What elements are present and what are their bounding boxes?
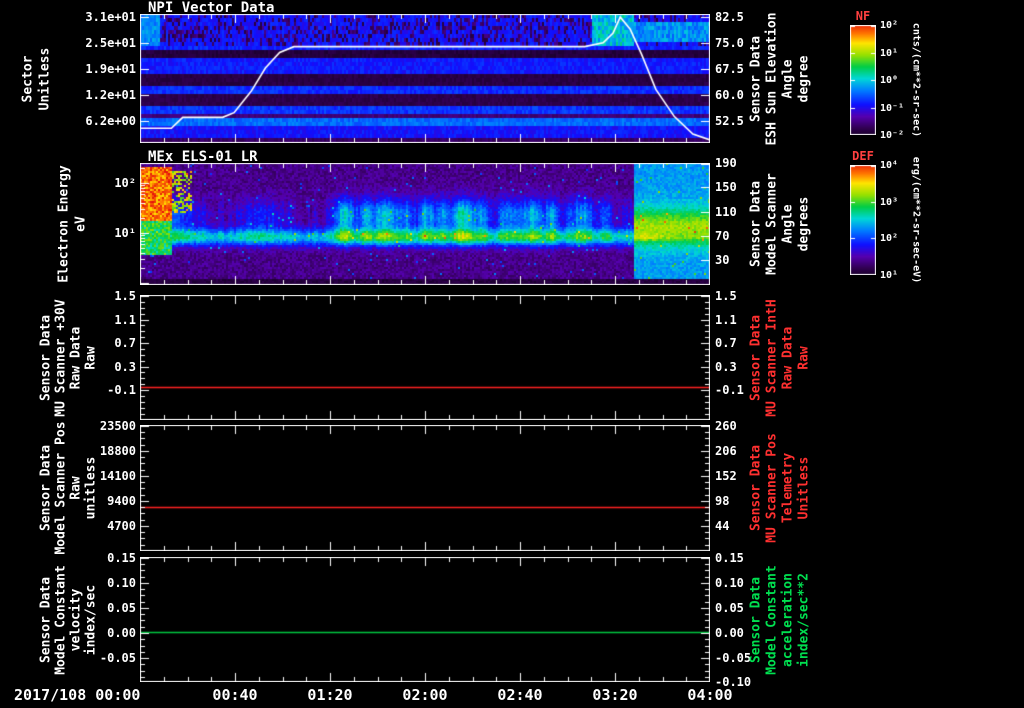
y-axis-label-line: Unitless — [37, 47, 53, 110]
colorbar-title: NF — [855, 9, 871, 23]
panel5-plot-canvas — [140, 557, 710, 682]
y-tick-label-right: 44 — [715, 519, 730, 534]
right-axis-label-line: MU Scanner IntH — [764, 298, 780, 417]
y-tick-label: 6.2e+00 — [85, 113, 136, 128]
x-tick-label: 01:20 — [307, 686, 353, 704]
y-tick-label: 0.15 — [107, 551, 136, 565]
right-axis-label-line: Angle — [780, 204, 796, 244]
right-axis-label-line: Raw — [796, 345, 812, 370]
right-axis-label-line: Sensor Data — [748, 444, 764, 532]
right-axis-label-line: ESH Sun Elevation — [764, 11, 780, 146]
y-axis-label-line: index/sec — [83, 584, 99, 655]
right-axis-label-line: Unitless — [796, 456, 812, 520]
right-axis-label-line: Sensor Data — [748, 180, 764, 268]
y-tick-label-right: -0.05 — [715, 651, 752, 665]
y-axis-label-line: unitless — [83, 456, 99, 520]
right-axis-label-line: Angle — [780, 58, 796, 99]
y-tick-label-right: 206 — [715, 443, 737, 458]
y-axis-label-line: Sensor Data — [38, 576, 54, 663]
colorbar-tick-label: 10⁻¹ — [880, 102, 905, 114]
y-tick-label-right: 67.5 — [715, 61, 744, 76]
colorbar-tick-label: 10⁻² — [880, 130, 905, 141]
y-tick-label-right: 1.5 — [715, 289, 737, 303]
right-axis-label-line: acceleration — [780, 572, 796, 667]
colorbar-title: DEF — [852, 149, 874, 163]
y-axis-label-line: Model Scanner Pos — [53, 421, 69, 555]
right-axis-label-line: degrees — [796, 196, 812, 252]
y-tick-label: 3.1e+01 — [85, 9, 136, 24]
y-tick-label-right: 60.0 — [715, 88, 744, 102]
right-axis-label-line: MU Scanner Pos — [764, 433, 780, 543]
y-tick-label-right: 190 — [715, 156, 737, 170]
right-axis-label-line: degree — [796, 55, 812, 102]
panel-title: NPI Vector Data — [148, 0, 275, 16]
y-tick-label-right: -0.1 — [715, 383, 744, 397]
right-axis-label-line: Model Constant — [764, 564, 780, 675]
y-tick-label-right: 1.1 — [715, 312, 737, 327]
x-tick-label: 03:20 — [592, 686, 638, 704]
colorbar-tick-label: 10⁰ — [880, 75, 899, 86]
y-axis-label-line: eV — [73, 216, 89, 232]
y-tick-label-right: 0.15 — [715, 551, 744, 565]
y-tick-label-right: 98 — [715, 493, 730, 508]
right-axis-label-line: Telemetry — [780, 452, 796, 524]
colorbar-canvas — [850, 25, 876, 135]
x-tick-label: 02:40 — [497, 686, 543, 704]
right-axis-label-line: Sensor Data — [748, 35, 764, 122]
y-tick-label-right: 152 — [715, 469, 737, 484]
y-tick-label-right: 0.05 — [715, 601, 744, 615]
y-tick-label-right: 30 — [715, 252, 730, 267]
y-tick-label-right: 82.5 — [715, 9, 744, 24]
y-tick-label: 1.2e+01 — [85, 88, 136, 102]
colorbar-tick-label: 10² — [880, 20, 899, 31]
y-tick-label-right: 260 — [715, 419, 737, 433]
right-axis-label-line: Raw Data — [780, 326, 796, 389]
x-axis-start-label: 2017/108 00:00 — [14, 686, 141, 704]
colorbar-unit-label: erg/(cm**2-sr-sec-eV) — [910, 156, 922, 284]
y-axis-label-line: Sensor Data — [38, 314, 54, 401]
colorbar-unit-label: cnts/(cm**2-sr-sec) — [910, 22, 922, 138]
colorbar-tick-label: 10³ — [880, 196, 899, 208]
panel4-plot-canvas — [140, 425, 710, 551]
panel3-plot-canvas — [140, 295, 710, 420]
panel2-plot-canvas — [140, 163, 710, 285]
right-axis-label-line: index/sec**2 — [796, 572, 812, 667]
y-tick-label-right: 150 — [715, 180, 737, 195]
y-axis-label-line: Raw — [68, 476, 84, 500]
y-tick-label-right: 0.3 — [715, 359, 737, 374]
y-tick-label-right: 75.0 — [715, 36, 744, 51]
y-axis-label-line: Raw Data — [68, 326, 84, 389]
colorbar-tick-label: 10² — [880, 233, 899, 245]
y-axis-label-line: Sensor Data — [38, 444, 54, 532]
y-axis-label-line: Model Constant — [53, 564, 69, 675]
x-tick-label: 04:00 — [687, 686, 733, 704]
colorbar-canvas — [850, 165, 876, 275]
y-axis-label-line: Sector — [20, 55, 36, 102]
x-tick-label: 02:00 — [402, 686, 448, 704]
colorbar-tick-label: 10¹ — [880, 47, 899, 59]
y-tick-label-right: 0.00 — [715, 626, 744, 640]
y-tick-label-right: 0.7 — [715, 336, 737, 350]
y-tick-label-right: 0.10 — [715, 576, 744, 590]
right-axis-label-line: Model Scanner — [764, 173, 780, 275]
y-tick-label: 1.9e+01 — [85, 61, 136, 76]
right-axis-label-line: Sensor Data — [748, 314, 764, 401]
y-tick-label-right: 110 — [715, 205, 737, 220]
y-axis-label-line: Raw — [83, 345, 99, 370]
panel-title: MEx ELS-01 LR — [148, 149, 258, 165]
panel1-plot-canvas — [140, 14, 710, 143]
y-tick-label: 2.5e+01 — [85, 36, 136, 51]
figure: NPI Vector Data 3.1e+01 2.5e+01 1.9e+01 1.2e… — [0, 0, 1024, 708]
y-tick-label-right: 52.5 — [715, 113, 744, 128]
y-axis-label-line: Electron Energy — [56, 165, 72, 283]
colorbar-tick-label: 10⁴ — [880, 160, 899, 171]
y-tick-label-right: 70 — [715, 228, 730, 243]
y-axis-label-line: velocity — [68, 588, 84, 651]
right-axis-label-line: Sensor Data — [748, 576, 764, 663]
x-tick-label: 00:40 — [212, 686, 258, 704]
colorbar-tick-label: 10¹ — [880, 270, 899, 281]
y-axis-label-line: MU Scanner +30V — [53, 298, 69, 417]
y-tick-label: 10² — [114, 176, 136, 190]
